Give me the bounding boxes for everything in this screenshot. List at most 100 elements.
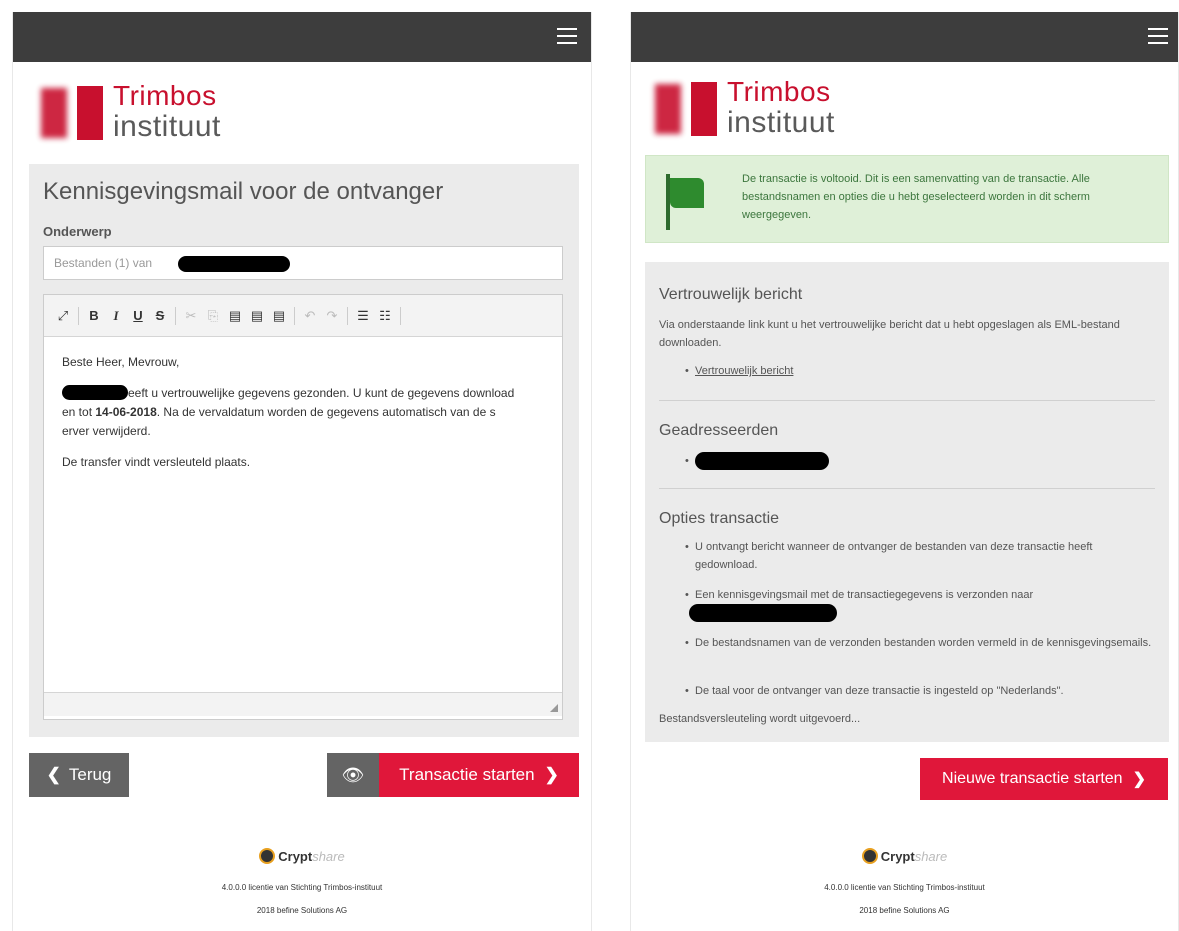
message-line2-tail: . Na de vervaldatum worden de gegevens a… (156, 405, 496, 419)
new-transaction-label: Nieuwe transactie starten (942, 770, 1123, 787)
confidential-link-item: Vertrouwelijk bericht (685, 362, 793, 380)
footer: Crypt share 4.0.0.0 licentie van Stichtin… (13, 848, 591, 915)
toolbar-separator (400, 306, 401, 325)
chevron-right-icon: ❯ (544, 765, 559, 784)
flag-icon (670, 178, 704, 208)
editor-body[interactable]: Beste Heer, Mevrouw, eeft u vertrouwelij… (44, 337, 562, 692)
undo-icon[interactable]: ↶ (299, 305, 321, 327)
section-divider (659, 400, 1155, 401)
success-message: De transactie is voltooid. Dit is een sa… (742, 173, 1090, 221)
cryptshare-logo-crypt: Crypt (880, 848, 915, 864)
redacted-sender (178, 256, 290, 272)
new-transaction-button[interactable]: Nieuwe transactie starten ❯ (920, 758, 1168, 800)
trimbos-logo: Trimbos instituut (631, 62, 1178, 152)
paste-icon[interactable]: ▤ (224, 305, 246, 327)
logo-bar-right (691, 82, 717, 136)
cryptshare-logo: Crypt share (861, 848, 948, 864)
logo-bar-left (655, 84, 681, 134)
option-item-2-text: Een kennisgevingsmail met de transactieg… (695, 589, 1034, 601)
message-line2-start: en tot (62, 405, 96, 419)
top-bar (13, 12, 591, 62)
option-item-1: U ontvangt bericht wanneer de ontvanger … (685, 538, 1155, 574)
option-item-2: Een kennisgevingsmail met de transactieg… (685, 586, 1155, 623)
message-line1: eeft u vertrouwelijke gegevens gezonden.… (128, 386, 515, 400)
option-item-4: De taal voor de ontvanger van deze trans… (685, 682, 1165, 700)
underline-icon[interactable]: U (127, 305, 149, 327)
copyright-text: 2018 befine Solutions AG (859, 906, 950, 915)
redacted-recipient (695, 452, 829, 471)
chevron-left-icon: ❮ (46, 765, 61, 784)
cryptshare-icon (259, 848, 276, 864)
back-button[interactable]: ❮ Terug (29, 753, 129, 797)
option-item-3: De bestandsnamen van de verzonden bestan… (685, 634, 1155, 652)
message-line3: erver verwijderd. (62, 424, 151, 438)
encryption-status: Bestandsversleuteling wordt uitgevoerd..… (659, 713, 861, 725)
editor-toolbar: ⤢ B I U S ✂ ⎘ ▤ ▤ ▤ ↶ ↷ ☰ ☷ (44, 295, 562, 337)
preview-button[interactable]: 👁 (327, 753, 379, 797)
toolbar-separator (347, 306, 348, 325)
chevron-right-icon: ❯ (1132, 771, 1146, 788)
license-text: 4.0.0.0 licentie van Stichting Trimbos-i… (824, 883, 985, 892)
copy-icon[interactable]: ⎘ (202, 305, 224, 327)
confidential-description: Via onderstaande link kunt u het vertrou… (659, 319, 1120, 349)
footer: Crypt share 4.0.0.0 licentie van Stichtin… (631, 848, 1178, 915)
resize-handle-icon[interactable] (550, 704, 558, 712)
email-panel: Kennisgevingsmail voor de ontvanger Onde… (29, 164, 579, 737)
subject-value: Bestanden (1) van (54, 256, 153, 270)
back-button-label: Terug (68, 765, 112, 784)
toolbar-separator (175, 306, 176, 325)
cryptshare-logo-crypt: Crypt (278, 848, 313, 864)
redacted-sender-name (62, 385, 128, 401)
expiry-date: 14-06-2018 (95, 405, 157, 419)
success-alert: De transactie is voltooid. Dit is een sa… (645, 155, 1169, 243)
transaction-summary-screen: Trimbos instituut De transactie is volto… (630, 12, 1179, 931)
paste-word-icon[interactable]: ▤ (268, 305, 290, 327)
numbered-list-icon[interactable]: ☰ (352, 305, 374, 327)
options-title: Opties transactie (659, 510, 780, 527)
bold-icon[interactable]: B (83, 305, 105, 327)
paste-text-icon[interactable]: ▤ (246, 305, 268, 327)
strikethrough-icon[interactable]: S (149, 305, 171, 327)
greeting-text: Beste Heer, Mevrouw, (62, 355, 180, 369)
redo-icon[interactable]: ↷ (321, 305, 343, 327)
trimbos-logo: Trimbos instituut (13, 62, 591, 162)
cryptshare-icon (861, 848, 878, 864)
italic-icon[interactable]: I (105, 305, 127, 327)
cut-icon[interactable]: ✂ (180, 305, 202, 327)
redacted-email (689, 604, 837, 623)
message-paragraph: eeft u vertrouwelijke gegevens gezonden.… (62, 384, 544, 441)
recipient-item (685, 452, 829, 471)
notification-email-screen: Trimbos instituut Kennisgevingsmail voor… (12, 12, 592, 931)
fullscreen-icon[interactable]: ⤢ (52, 305, 74, 327)
panel-title: Kennisgevingsmail voor de ontvanger (43, 178, 444, 205)
menu-icon[interactable] (557, 28, 577, 44)
logo-word-trimbos: Trimbos (727, 76, 831, 107)
subject-input[interactable]: Bestanden (1) van (43, 246, 563, 280)
section-divider (659, 488, 1155, 489)
copyright-text: 2018 befine Solutions AG (256, 906, 348, 915)
logo-bar-right (77, 86, 103, 140)
editor-status-bar (44, 692, 562, 716)
logo-word-instituut: instituut (113, 110, 221, 143)
cryptshare-logo: Crypt share (259, 848, 345, 864)
summary-panel: Vertrouwelijk bericht Via onderstaande l… (645, 262, 1169, 742)
license-text: 4.0.0.0 licentie van Stichting Trimbos-i… (221, 883, 383, 892)
confidential-title: Vertrouwelijk bericht (659, 286, 803, 303)
toolbar-separator (294, 306, 295, 325)
transfer-text: De transfer vindt versleuteld plaats. (62, 455, 251, 469)
start-transaction-button[interactable]: Transactie starten ❯ (379, 753, 579, 797)
logo-word-trimbos: Trimbos (113, 80, 217, 111)
cryptshare-logo-share: share (312, 848, 345, 864)
menu-icon[interactable] (1148, 28, 1168, 44)
cryptshare-logo-share: share (914, 848, 948, 864)
recipients-title: Geadresseerden (659, 422, 779, 439)
logo-word-instituut: instituut (727, 106, 835, 139)
bullet-list-icon[interactable]: ☷ (374, 305, 396, 327)
start-transaction-label: Transactie starten (399, 765, 535, 784)
eye-icon: 👁 (341, 764, 365, 785)
top-bar (631, 12, 1178, 62)
toolbar-separator (78, 306, 79, 325)
logo-bar-left (41, 88, 67, 138)
confidential-message-link[interactable]: Vertrouwelijk bericht (695, 365, 793, 377)
message-editor: ⤢ B I U S ✂ ⎘ ▤ ▤ ▤ ↶ ↷ ☰ ☷ Beste Heer, … (43, 294, 563, 720)
